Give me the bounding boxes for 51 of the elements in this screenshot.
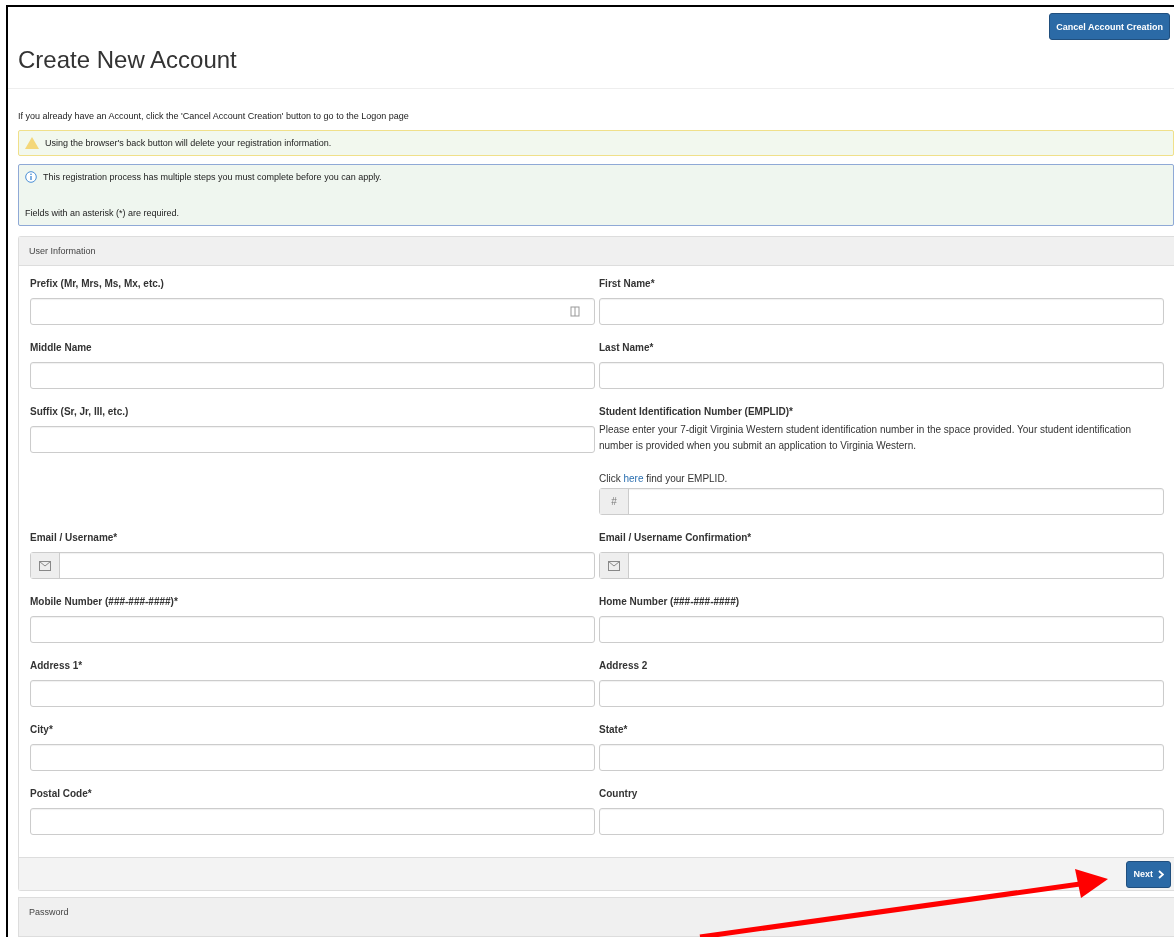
- text-field[interactable]: [599, 552, 1164, 579]
- text-field[interactable]: [599, 680, 1164, 707]
- text-field[interactable]: [30, 298, 595, 325]
- page-title: Create New Account: [8, 44, 1174, 89]
- text-field[interactable]: [30, 362, 595, 389]
- alert-text: Fields with an asterisk (*) are required.: [25, 207, 180, 220]
- field-label: First Name*: [599, 277, 656, 291]
- text-field[interactable]: [30, 552, 595, 579]
- field-label: Address 2: [599, 659, 649, 673]
- text-field[interactable]: [599, 298, 1164, 325]
- text-field[interactable]: [30, 744, 595, 771]
- envelope-icon: [39, 560, 51, 571]
- field-label: Mobile Number (###-###-####)*: [30, 595, 179, 609]
- section-heading: User Information: [29, 246, 96, 256]
- help-text: Please enter your 7-digit Virginia Western student identification number in the space provided. Your student identification number is provided when you submit an application to Virginia Western.: [599, 423, 1133, 453]
- help-link[interactable]: here: [623, 473, 644, 484]
- field-label: Student Identification Number (EMPLID)*: [599, 405, 794, 419]
- field-label: Address 1*: [30, 659, 84, 673]
- field-label: Postal Code*: [30, 787, 93, 801]
- next-button[interactable]: Next: [1126, 860, 1171, 888]
- help-text: Click here find your EMPLID.: [599, 472, 729, 486]
- section-heading: Password: [29, 907, 69, 917]
- field-label: Email / Username Confirmation*: [599, 531, 753, 545]
- info-icon: [25, 171, 37, 183]
- field-label: Email / Username*: [30, 531, 119, 545]
- field-label: Middle Name: [30, 341, 93, 355]
- alert-text: Using the browser's back button will delete your registration information.: [45, 137, 332, 150]
- field-label: Last Name*: [599, 341, 655, 355]
- text-field[interactable]: [30, 680, 595, 707]
- card-icon: [570, 306, 580, 317]
- text-field[interactable]: [30, 808, 595, 835]
- text-field[interactable]: [599, 808, 1164, 835]
- alert-text: This registration process has multiple steps you must complete before you can apply.: [43, 171, 382, 184]
- text-field[interactable]: [30, 426, 595, 453]
- field-label: Country: [599, 787, 639, 801]
- envelope-icon: [608, 560, 620, 571]
- text-field[interactable]: [599, 616, 1164, 643]
- text-field[interactable]: [599, 362, 1164, 389]
- text-field[interactable]: [599, 744, 1164, 771]
- cancel-button[interactable]: Cancel Account Creation: [1049, 13, 1170, 40]
- chevron-icon: [1158, 869, 1164, 879]
- field-label: Suffix (Sr, Jr, III, etc.): [30, 405, 130, 419]
- intro-text: If you already have an Account, click the 'Cancel Account Creation' button to go to the Logon page: [17, 110, 410, 123]
- text-field[interactable]: [30, 616, 595, 643]
- hash-addon: #: [600, 489, 629, 514]
- warning-icon: [25, 137, 39, 149]
- text-field[interactable]: #: [599, 488, 1164, 515]
- field-label: City*: [30, 723, 54, 737]
- field-label: Home Number (###-###-####): [599, 595, 741, 609]
- field-label: Prefix (Mr, Mrs, Ms, Mx, etc.): [30, 277, 165, 291]
- field-label: State*: [599, 723, 629, 737]
